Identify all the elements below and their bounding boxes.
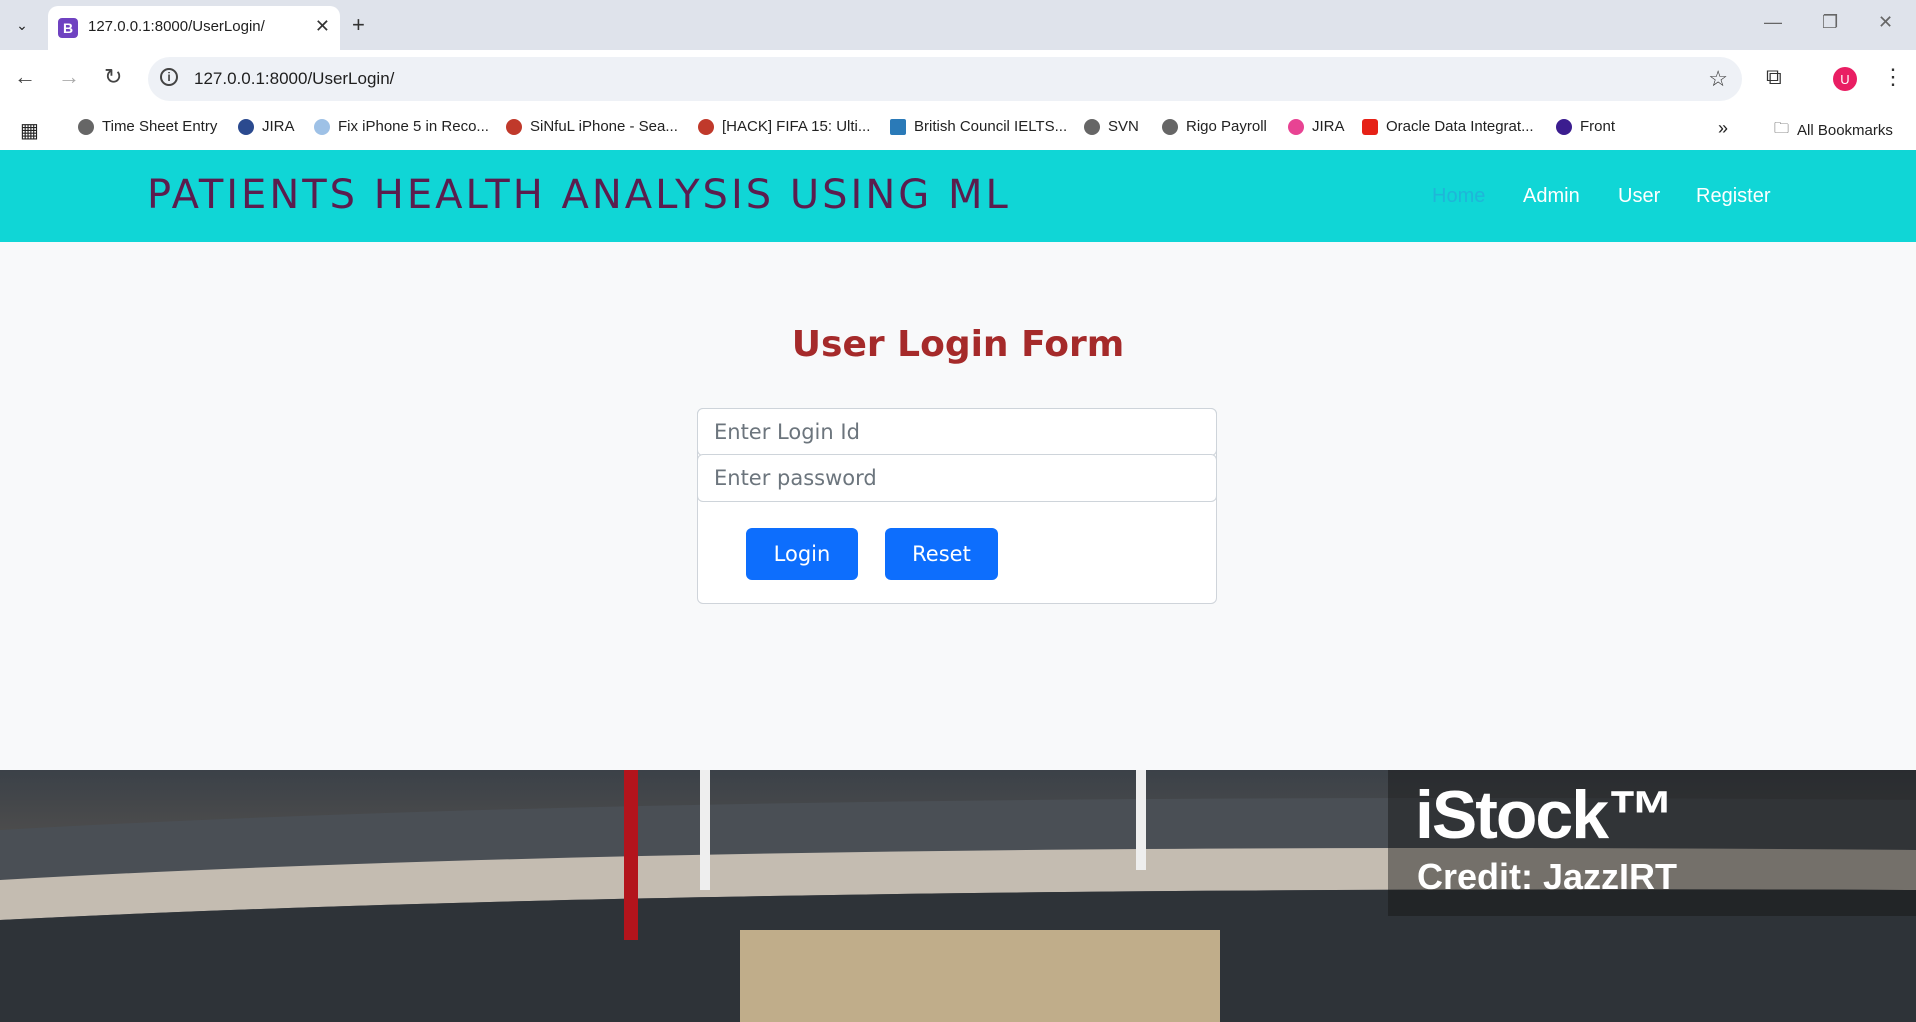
bookmark-item[interactable]: British Council IELTS... (890, 118, 1067, 135)
youtube-icon (1362, 118, 1378, 135)
bookmark-icon (698, 118, 714, 135)
form-title: User Login Form (791, 324, 1125, 365)
tab-title: 127.0.0.1:8000/UserLogin/ (88, 18, 265, 35)
url-text[interactable]: 127.0.0.1:8000/UserLogin/ (194, 69, 394, 89)
tab-search-icon[interactable]: ⌄ (6, 10, 38, 40)
jira-icon (238, 118, 254, 135)
reset-button[interactable]: Reset (885, 528, 998, 580)
login-button[interactable]: Login (746, 528, 858, 580)
forward-icon[interactable]: → (58, 64, 80, 90)
more-bookmarks-icon[interactable]: » (1718, 118, 1728, 139)
bookmark-item[interactable]: Fix iPhone 5 in Reco... (314, 118, 489, 135)
menu-icon[interactable]: ⋮ (1882, 64, 1904, 90)
nav-user[interactable]: User (1618, 185, 1660, 208)
bookmark-item[interactable]: SVN (1084, 118, 1139, 135)
istock-watermark: iStock™ Credit: JazzIRT (1388, 770, 1916, 916)
bookmark-icon (314, 118, 330, 135)
front-icon (1556, 118, 1572, 135)
bookmarks-bar: ▦ Time Sheet Entry JIRA Fix iPhone 5 in … (0, 108, 1916, 151)
istock-logo: iStock™ (1415, 777, 1675, 853)
site-navbar: PATIENTS HEALTH ANALYSIS USING ML Home A… (0, 150, 1916, 242)
favicon-icon: B (58, 18, 78, 38)
flag-red (624, 770, 638, 940)
nav-register[interactable]: Register (1696, 185, 1770, 208)
new-tab-icon[interactable]: + (352, 12, 365, 38)
apps-icon[interactable]: ▦ (20, 118, 39, 143)
bookmark-icon (506, 118, 522, 135)
nav-home[interactable]: Home (1432, 185, 1485, 208)
window-close-icon[interactable]: ✕ (1878, 12, 1893, 33)
restore-icon[interactable]: ❐ (1822, 12, 1838, 33)
address-bar[interactable]: i 127.0.0.1:8000/UserLogin/ ☆ (148, 57, 1742, 101)
globe-icon (78, 118, 94, 135)
bookmark-item[interactable]: Rigo Payroll (1162, 118, 1267, 135)
bookmark-item[interactable]: Oracle Data Integrat... (1362, 118, 1534, 135)
flag-white (700, 770, 710, 890)
login-id-input[interactable] (697, 408, 1217, 456)
close-tab-icon[interactable]: ✕ (315, 16, 330, 37)
bookmark-item[interactable]: [HACK] FIFA 15: Ulti... (698, 118, 870, 135)
bookmark-star-icon[interactable]: ☆ (1708, 66, 1728, 92)
site-info-icon[interactable]: i (160, 68, 178, 86)
browser-tab[interactable]: B 127.0.0.1:8000/UserLogin/ ✕ (48, 6, 340, 50)
folder-icon: 🗀 (1774, 120, 1790, 137)
bookmark-item[interactable]: Time Sheet Entry (78, 118, 217, 135)
bookmark-item[interactable]: JIRA (238, 118, 295, 135)
entrance-lights (740, 930, 1220, 1022)
minimize-icon[interactable]: — (1764, 12, 1782, 33)
site-brand[interactable]: PATIENTS HEALTH ANALYSIS USING ML (147, 172, 1011, 218)
bookmark-item[interactable]: JIRA (1288, 118, 1345, 135)
extensions-icon[interactable]: ⧉ (1766, 64, 1782, 90)
bookmark-item[interactable]: Front (1556, 118, 1615, 135)
profile-avatar[interactable]: U (1833, 67, 1857, 91)
ielts-icon (890, 118, 906, 135)
nav-admin[interactable]: Admin (1523, 185, 1580, 208)
all-bookmarks[interactable]: 🗀 All Bookmarks (1774, 118, 1893, 143)
flag-white (1136, 770, 1146, 870)
bookmark-item[interactable]: SiNfuL iPhone - Sea... (506, 118, 678, 135)
browser-toolbar: ← → ↻ i 127.0.0.1:8000/UserLogin/ ☆ ⧉ ⋮ (0, 50, 1916, 108)
globe-icon (1084, 118, 1100, 135)
login-form: Login Reset (697, 408, 1217, 604)
back-icon[interactable]: ← (14, 64, 36, 90)
credit-text: Credit: JazzIRT (1417, 856, 1678, 897)
hospital-banner-image: iStock™ Credit: JazzIRT (0, 770, 1916, 1022)
password-input[interactable] (697, 454, 1217, 502)
globe-icon (1162, 118, 1178, 135)
tab-strip: ⌄ B 127.0.0.1:8000/UserLogin/ ✕ + — ❐ ✕ (0, 0, 1916, 50)
reload-icon[interactable]: ↻ (104, 64, 122, 90)
jira-icon (1288, 118, 1304, 135)
